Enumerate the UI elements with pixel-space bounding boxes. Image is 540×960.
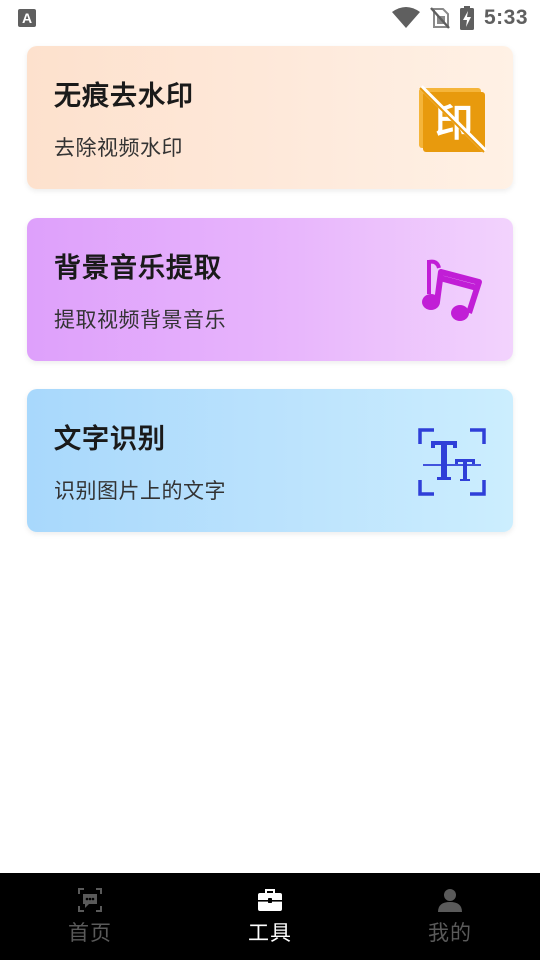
nav-item-profile[interactable]: 我的 bbox=[360, 873, 540, 960]
status-bar: A 5:33 bbox=[0, 0, 540, 36]
music-note-icon bbox=[422, 259, 482, 321]
svg-text:A: A bbox=[22, 10, 32, 26]
battery-charging-icon bbox=[459, 6, 474, 30]
bottom-nav: 首页 工具 我的 bbox=[0, 873, 540, 960]
status-time: 5:33 bbox=[483, 6, 528, 29]
tool-card-text-recognition[interactable]: 文字识别 识别图片上的文字 bbox=[27, 389, 513, 532]
nav-item-tools[interactable]: 工具 bbox=[180, 873, 360, 960]
chat-icon bbox=[78, 888, 102, 912]
card-subtitle: 去除视频水印 bbox=[54, 136, 183, 160]
toolbox-icon bbox=[258, 889, 282, 911]
no-watermark-icon: 印 bbox=[419, 85, 487, 153]
nav-label-home: 首页 bbox=[68, 921, 112, 945]
status-icons: 5:33 bbox=[391, 5, 528, 31]
tool-card-extract-music[interactable]: 背景音乐提取 提取视频背景音乐 bbox=[27, 218, 513, 361]
text-scan-icon bbox=[418, 428, 486, 496]
keyboard-a-icon: A bbox=[18, 9, 36, 27]
wifi-icon bbox=[391, 7, 420, 28]
nav-item-home[interactable]: 首页 bbox=[0, 873, 180, 960]
card-title: 无痕去水印 bbox=[54, 81, 194, 112]
card-title: 背景音乐提取 bbox=[54, 253, 222, 284]
card-subtitle: 识别图片上的文字 bbox=[54, 479, 226, 503]
person-icon bbox=[438, 889, 462, 912]
tool-card-remove-watermark[interactable]: 无痕去水印 去除视频水印 印 bbox=[27, 46, 513, 189]
nav-label-profile: 我的 bbox=[428, 921, 472, 945]
no-sim-icon bbox=[430, 7, 450, 29]
card-title: 文字识别 bbox=[54, 424, 166, 455]
card-subtitle: 提取视频背景音乐 bbox=[54, 308, 226, 332]
nav-label-tools: 工具 bbox=[248, 921, 292, 945]
